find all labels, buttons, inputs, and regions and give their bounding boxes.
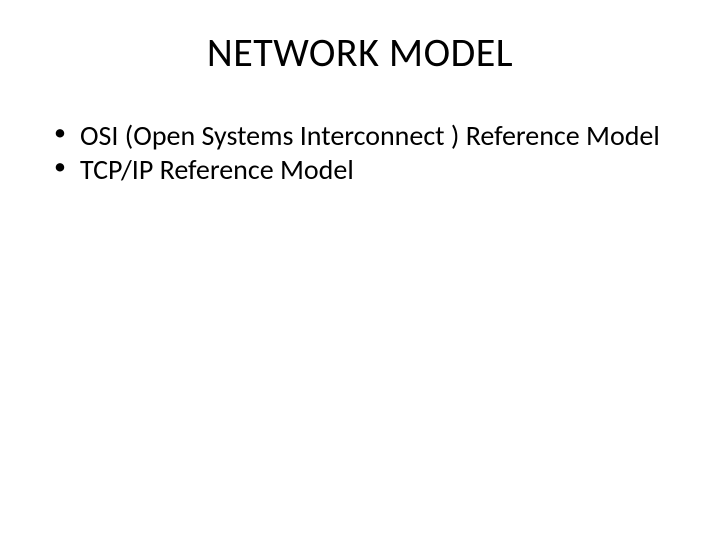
slide-container: NETWORK MODEL OSI (Open Systems Intercon… — [0, 0, 720, 540]
slide-title: NETWORK MODEL — [80, 28, 640, 77]
list-item: TCP/IP Reference Model — [50, 153, 670, 187]
bullet-list: OSI (Open Systems Interconnect ) Referen… — [50, 119, 670, 186]
list-item: OSI (Open Systems Interconnect ) Referen… — [50, 119, 670, 153]
